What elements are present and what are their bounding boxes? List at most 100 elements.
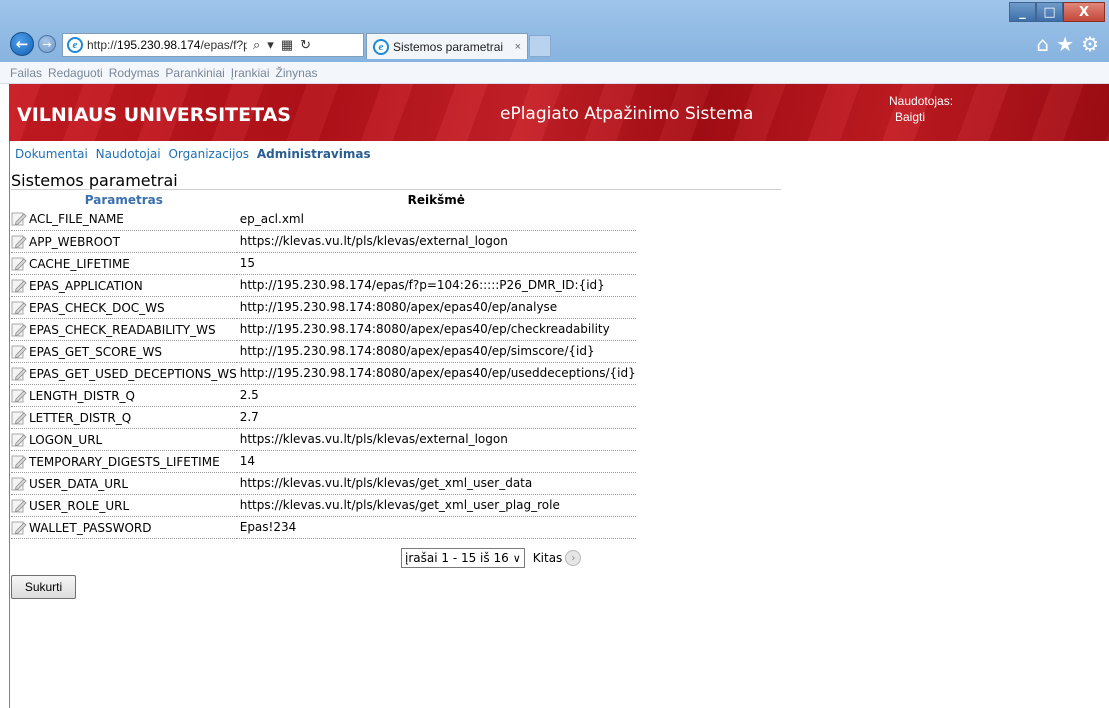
table-row: EPAS_CHECK_DOC_WS http://195.230.98.174:8… [11,296,636,319]
parameter-cell[interactable]: APP_WEBROOT [11,230,237,253]
user-label: Naudotojas: [889,94,954,108]
parameter-name: APP_WEBROOT [29,234,120,249]
parameter-value: https://klevas.vu.lt/pls/klevas/get_xml_… [236,494,636,517]
edit-pencil-icon [11,212,27,226]
parameter-cell[interactable]: EPAS_CHECK_DOC_WS [11,296,237,319]
parameter-cell[interactable]: EPAS_CHECK_READABILITY_WS [11,318,237,341]
table-row: USER_DATA_URL https://klevas.vu.lt/pls/kl… [11,472,636,495]
parameter-cell[interactable]: LOGON_URL [11,428,237,451]
chevron-down-icon: ∨ [512,551,521,565]
table-header-row: Parametras Reikšmė [11,191,636,208]
dropdown-arrow-icon[interactable]: ▾ [267,37,274,53]
parameter-value: 2.5 [236,384,636,407]
parameter-name: USER_ROLE_URL [29,498,130,513]
page-left-border [9,84,10,708]
edit-pencil-icon [11,301,27,314]
edit-pencil-icon [11,499,27,512]
parameter-cell[interactable]: TEMPORARY_DIGESTS_LIFETIME [11,450,237,473]
parameter-cell[interactable]: EPAS_GET_USED_DECEPTIONS_WS [11,362,237,385]
browser-chrome: _ □ X ← → e http://195.230.98.174/epas/f… [0,0,1109,62]
table-row: APP_WEBROOT https://klevas.vu.lt/pls/klev… [11,230,636,253]
column-header-value: Reikšmė [407,192,465,207]
next-arrow-icon[interactable]: › [565,550,582,566]
nav-documents[interactable]: Dokumentai [15,147,88,161]
table-row: TEMPORARY_DIGESTS_LIFETIME 14 [11,450,636,473]
address-bar[interactable]: e http://195.230.98.174/epas/f?p= ⌕ ▾ ▦ … [62,33,364,57]
url-host: 195.230.98.174 [117,38,201,52]
parameter-value: 14 [236,450,636,473]
parameter-name: EPAS_CHECK_DOC_WS [29,300,165,315]
create-button[interactable]: Sukurti [11,575,76,599]
parameter-cell[interactable]: LENGTH_DISTR_Q [11,384,237,407]
tab-ie-icon: e [373,38,389,55]
edit-pencil-icon [11,279,27,292]
page-range-label: įrašai 1 - 15 iš 16 [405,551,509,565]
minimize-button[interactable]: _ [1009,2,1036,22]
parameter-name: WALLET_PASSWORD [29,520,152,535]
parameter-value: https://klevas.vu.lt/pls/klevas/external… [236,428,636,451]
parameter-cell[interactable]: EPAS_GET_SCORE_WS [11,340,237,363]
menu-view[interactable]: Rodymas [109,66,160,80]
compatibility-icon[interactable]: ▦ [281,37,293,53]
edit-pencil-icon [11,257,27,270]
logout-link[interactable]: Baigti [895,110,925,124]
edit-pencil-icon [11,411,27,424]
nav-administration[interactable]: Administravimas [257,147,371,161]
parameter-cell[interactable]: CACHE_LIFETIME [11,252,237,275]
parameter-value: http://195.230.98.174:8080/apex/epas40/e… [236,340,636,363]
system-name: ePlagiato Atpažinimo Sistema [500,104,754,124]
next-page-link[interactable]: Kitas [533,551,563,565]
parameter-value: Epas!234 [236,516,636,539]
settings-gear-icon[interactable]: ⚙ [1081,32,1099,56]
menu-favorites[interactable]: Parankiniai [165,66,224,80]
parameter-name: EPAS_APPLICATION [29,278,143,293]
menu-file[interactable]: Failas [10,66,42,80]
edit-pencil-icon [11,323,27,336]
page-range-select[interactable]: įrašai 1 - 15 iš 16 ∨ [401,548,525,568]
address-url: http://195.230.98.174/epas/f?p= [87,38,247,52]
parameter-name: EPAS_GET_USED_DECEPTIONS_WS [29,366,237,381]
pagination: įrašai 1 - 15 iš 16 ∨ Kitas › [401,548,582,568]
browser-tab[interactable]: e Sistemos parametrai × [366,33,528,59]
url-path: /epas/f?p= [200,38,247,52]
back-arrow-icon[interactable]: ← [10,32,34,56]
header-banner: VILNIAUS UNIVERSITETAS ePlagiato Atpažin… [9,84,1109,141]
menu-help[interactable]: Žinynas [275,66,317,80]
new-tab-button[interactable] [529,35,551,57]
edit-pencil-icon [11,235,27,248]
page-title: Sistemos parametrai [11,171,178,190]
table-row: EPAS_GET_USED_DECEPTIONS_WS http://195.23… [11,362,636,385]
parameter-name: EPAS_GET_SCORE_WS [29,344,162,359]
parameter-name: LETTER_DISTR_Q [29,410,132,425]
address-tools: ⌕ ▾ ▦ ↻ [253,37,311,53]
tab-close-icon[interactable]: × [515,41,521,53]
parameter-cell[interactable]: WALLET_PASSWORD [11,516,237,539]
table-row: EPAS_GET_SCORE_WS http://195.230.98.174:8… [11,340,636,363]
table-row: LENGTH_DISTR_Q 2.5 [11,384,636,407]
parameter-cell[interactable]: LETTER_DISTR_Q [11,406,237,429]
table-row: ACL_FILE_NAME ep_acl.xml [11,208,636,231]
menu-tools[interactable]: Įrankiai [231,66,270,80]
menu-edit[interactable]: Redaguoti [48,66,103,80]
tab-title: Sistemos parametrai [393,39,504,54]
window-controls: _ □ X [1009,2,1105,24]
parameter-value: 15 [236,252,636,275]
parameter-cell[interactable]: USER_DATA_URL [11,472,237,495]
parameter-value: http://195.230.98.174:8080/apex/epas40/e… [236,318,636,341]
search-icon[interactable]: ⌕ [253,37,260,53]
parameter-cell[interactable]: EPAS_APPLICATION [11,274,237,297]
parameter-value: http://195.230.98.174/epas/f?p=104:26:::… [236,274,636,297]
nav-organizations[interactable]: Organizacijos [168,147,249,161]
nav-users[interactable]: Naudotojai [96,147,161,161]
maximize-button[interactable]: □ [1036,2,1063,22]
main-nav: Dokumentai Naudotojai Organizacijos Admi… [15,147,375,161]
favorites-star-icon[interactable]: ★ [1056,32,1074,56]
toolbar-icons: ⌂ ★ ⚙ [1036,32,1099,56]
parameter-cell[interactable]: ACL_FILE_NAME [11,208,237,231]
refresh-icon[interactable]: ↻ [300,37,311,53]
column-header-parameter[interactable]: Parametras [11,191,237,208]
parameter-cell[interactable]: USER_ROLE_URL [11,494,237,517]
close-window-button[interactable]: X [1063,2,1105,22]
forward-arrow-icon[interactable]: → [38,35,56,53]
home-icon[interactable]: ⌂ [1036,32,1049,56]
